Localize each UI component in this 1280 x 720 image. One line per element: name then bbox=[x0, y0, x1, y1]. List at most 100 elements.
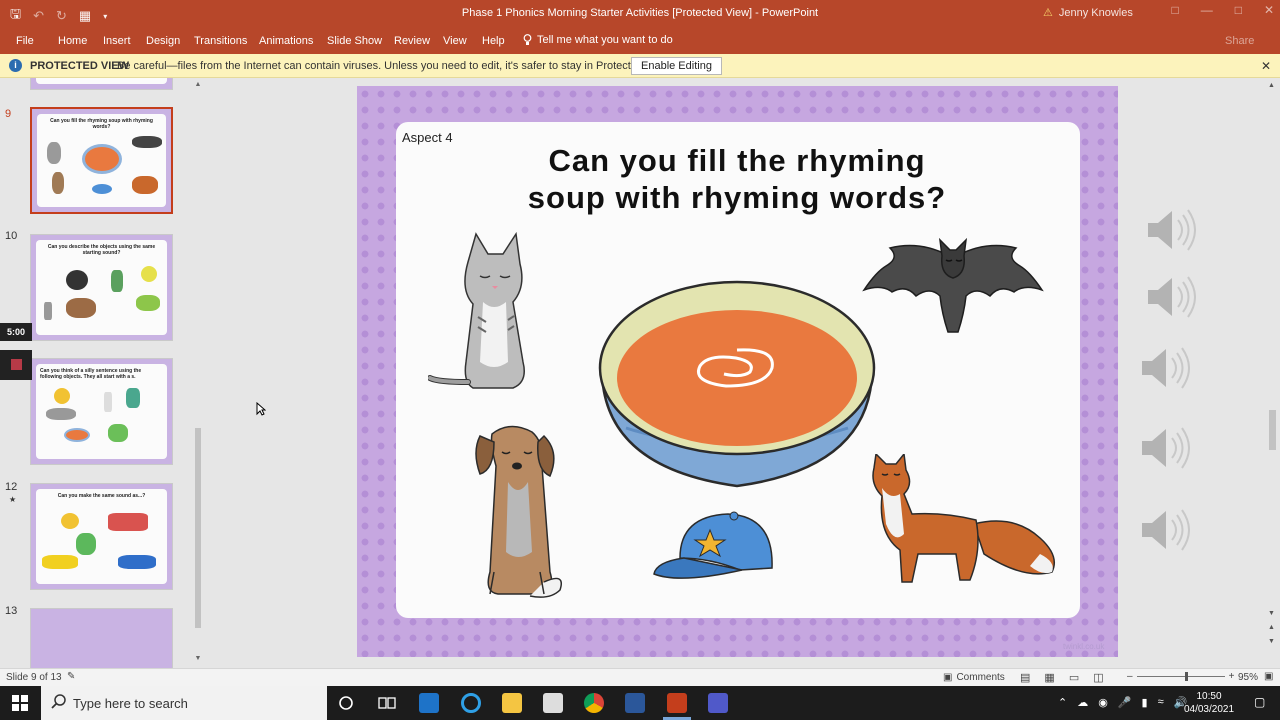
ribbon-display-icon[interactable]: □ bbox=[1171, 3, 1178, 17]
tab-transitions[interactable]: Transitions bbox=[194, 35, 247, 47]
tab-slide-show[interactable]: Slide Show bbox=[327, 35, 382, 47]
security-icon[interactable]: ◉ bbox=[1098, 696, 1108, 709]
word-icon[interactable] bbox=[625, 693, 645, 713]
chrome-icon[interactable] bbox=[584, 693, 604, 713]
share-button[interactable]: Share bbox=[1225, 35, 1254, 47]
zoom-slider-knob[interactable] bbox=[1184, 672, 1188, 681]
windows-taskbar: Type here to search ⌃ ☁ ◉ 🎤 ▮ ≈ 🔊 10:50 … bbox=[0, 686, 1280, 720]
zoom-in-icon[interactable]: + bbox=[1229, 671, 1235, 682]
slide-title-line-2: soup with rhyming words? bbox=[527, 180, 947, 215]
speaker-icon[interactable] bbox=[1146, 208, 1196, 252]
onedrive-icon[interactable]: ☁ bbox=[1077, 696, 1088, 709]
slide-show-icon[interactable]: ◫ bbox=[1093, 671, 1103, 684]
slide-sorter-icon[interactable]: ▦ bbox=[1044, 671, 1054, 684]
ribbon-tabs: File Home Insert Design Transitions Anim… bbox=[0, 28, 1280, 54]
slide-title-line-1: Can you fill the rhyming bbox=[548, 143, 926, 178]
taskbar-search-box[interactable]: Type here to search bbox=[41, 686, 327, 720]
scrollbar-thumb[interactable] bbox=[1269, 410, 1276, 450]
accessibility-icon[interactable]: ✎ bbox=[67, 671, 75, 682]
slide-thumbnail-pane: 9 Can you fill the rhyming soup with rhy… bbox=[0, 78, 210, 668]
comments-button[interactable]: ▣ Comments bbox=[943, 672, 1005, 683]
fit-slide-icon[interactable]: ▣ bbox=[1264, 671, 1273, 682]
thumbnail-title: Can you describe the objects using the s… bbox=[47, 244, 156, 256]
bat-picture[interactable] bbox=[862, 234, 1044, 336]
microphone-icon[interactable]: 🎤 bbox=[1118, 696, 1132, 709]
normal-view-icon[interactable]: ▤ bbox=[1020, 671, 1030, 684]
enable-editing-button[interactable]: Enable Editing bbox=[631, 57, 722, 75]
status-bar: Slide 9 of 13 ✎ ▣ Comments ▤ ▦ ▭ ◫ – + 9… bbox=[0, 668, 1280, 686]
tab-help[interactable]: Help bbox=[482, 35, 505, 47]
cap-picture[interactable] bbox=[650, 508, 776, 588]
fox-picture[interactable] bbox=[864, 454, 1058, 588]
zoom-level[interactable]: 95% bbox=[1238, 672, 1258, 683]
close-window-icon[interactable]: ✕ bbox=[1264, 3, 1274, 17]
slide-thumbnail-12[interactable]: Can you make the same sound as...? bbox=[30, 483, 173, 590]
teams-icon[interactable] bbox=[708, 693, 728, 713]
stop-icon bbox=[11, 359, 22, 370]
tell-me-search[interactable]: Tell me what you want to do bbox=[523, 34, 673, 46]
thumbnail-scrollbar[interactable]: ▲ ▼ bbox=[193, 78, 203, 664]
notifications-icon[interactable]: ▢ bbox=[1254, 695, 1265, 709]
window-controls: □ — □ ✕ bbox=[1171, 3, 1274, 17]
speaker-icon[interactable] bbox=[1140, 508, 1190, 552]
wifi-icon[interactable]: ≈ bbox=[1158, 696, 1164, 709]
battery-icon[interactable]: ▮ bbox=[1142, 696, 1148, 709]
tab-design[interactable]: Design bbox=[146, 35, 180, 47]
soup-bowl-picture[interactable] bbox=[596, 278, 878, 490]
tab-view[interactable]: View bbox=[443, 35, 467, 47]
store-icon[interactable] bbox=[543, 693, 563, 713]
speaker-icon[interactable] bbox=[1140, 346, 1190, 390]
edge-icon[interactable] bbox=[461, 693, 481, 713]
protected-view-bar: i PROTECTED VIEW Be careful—files from t… bbox=[0, 54, 1280, 78]
stop-timer-button[interactable] bbox=[0, 350, 32, 380]
slide-scrollbar[interactable]: ▲ ▼ ▲ ▼ bbox=[1266, 78, 1280, 668]
slide-watermark: twinkl.co.uk bbox=[1063, 642, 1105, 651]
slide-thumbnail-11[interactable]: Can you think of a silly sentence using … bbox=[30, 358, 173, 465]
slide-thumbnail-8[interactable] bbox=[30, 78, 173, 90]
close-message-icon[interactable]: ✕ bbox=[1261, 59, 1271, 73]
scroll-down-icon[interactable]: ▼ bbox=[1268, 610, 1275, 617]
windows-start-icon[interactable] bbox=[12, 695, 28, 711]
tell-me-label: Tell me what you want to do bbox=[537, 34, 673, 46]
file-explorer-icon[interactable] bbox=[502, 693, 522, 713]
powerpoint-icon[interactable] bbox=[667, 693, 687, 713]
cortana-icon[interactable] bbox=[338, 695, 354, 711]
reading-view-icon[interactable]: ▭ bbox=[1069, 671, 1079, 684]
thumbnail-title: Can you make the same sound as...? bbox=[57, 493, 146, 499]
tab-insert[interactable]: Insert bbox=[103, 35, 131, 47]
scroll-up-icon[interactable]: ▲ bbox=[193, 81, 203, 88]
maximize-icon[interactable]: □ bbox=[1235, 3, 1242, 17]
slide-thumbnail-13[interactable] bbox=[30, 608, 173, 668]
scroll-down-icon[interactable]: ▼ bbox=[193, 655, 203, 662]
slide-thumbnail-10[interactable]: Can you describe the objects using the s… bbox=[30, 234, 173, 341]
cat-picture[interactable] bbox=[428, 232, 548, 392]
user-account[interactable]: ⚠ Jenny Knowles bbox=[1043, 6, 1133, 20]
show-hidden-icons-icon[interactable]: ⌃ bbox=[1058, 696, 1067, 709]
scroll-up-icon[interactable]: ▲ bbox=[1268, 82, 1275, 89]
slide-thumbnail-9[interactable]: Can you fill the rhyming soup with rhymi… bbox=[30, 107, 173, 214]
next-slide-icon[interactable]: ▼ bbox=[1268, 638, 1275, 645]
user-name: Jenny Knowles bbox=[1058, 6, 1133, 19]
dog-picture[interactable] bbox=[470, 422, 568, 600]
mail-icon[interactable] bbox=[419, 693, 439, 713]
protected-view-label: PROTECTED VIEW bbox=[30, 60, 130, 72]
task-view-icon[interactable] bbox=[378, 695, 396, 711]
tab-file[interactable]: File bbox=[16, 35, 34, 47]
comment-icon: ▣ bbox=[943, 672, 953, 683]
scrollbar-thumb[interactable] bbox=[195, 428, 201, 628]
warning-icon: ⚠ bbox=[1043, 7, 1053, 19]
slide-title[interactable]: Can you fill the rhyming soup with rhymi… bbox=[500, 142, 974, 216]
tab-home[interactable]: Home bbox=[58, 35, 87, 47]
tab-review[interactable]: Review bbox=[394, 35, 430, 47]
speaker-icon[interactable] bbox=[1140, 426, 1190, 470]
timer-display: 5:00 bbox=[0, 323, 32, 341]
tab-animations[interactable]: Animations bbox=[259, 35, 313, 47]
speaker-icon[interactable] bbox=[1146, 275, 1196, 319]
taskbar-clock[interactable]: 10:50 04/03/2021 bbox=[1178, 690, 1240, 716]
previous-slide-icon[interactable]: ▲ bbox=[1268, 624, 1275, 631]
aspect-label[interactable]: Aspect 4 bbox=[402, 130, 453, 145]
minimize-icon[interactable]: — bbox=[1201, 3, 1213, 17]
zoom-out-icon[interactable]: – bbox=[1127, 671, 1133, 682]
view-buttons: ▤ ▦ ▭ ◫ bbox=[1020, 671, 1104, 684]
zoom-slider[interactable]: – + bbox=[1127, 671, 1234, 682]
